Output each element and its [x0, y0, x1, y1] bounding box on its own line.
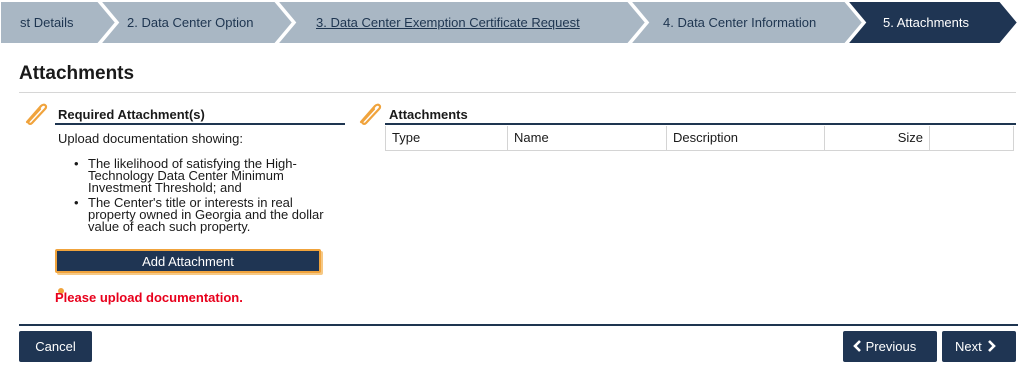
cancel-button-label: Cancel [35, 339, 76, 354]
page-title: Attachments [19, 63, 135, 84]
step-2-label[interactable]: 2. Data Center Option [127, 0, 253, 45]
step-5-label: 5. Attachments [883, 15, 969, 30]
attachments-table: Type Name Description Size [385, 126, 1014, 151]
table-header-row: Type Name Description Size [385, 126, 1014, 151]
list-item: The Center's title or interests in real … [74, 196, 336, 233]
paperclip-icon [25, 103, 48, 125]
column-header-actions [929, 126, 1014, 151]
column-header-name: Name [507, 126, 667, 151]
chevron-right-icon [988, 340, 997, 352]
chevron-left-icon [853, 340, 861, 352]
attachments-divider [385, 123, 1016, 125]
step-3-link[interactable]: 3. Data Center Exemption Certificate Req… [316, 0, 580, 45]
column-header-type: Type [385, 126, 508, 151]
column-header-size: Size [824, 126, 930, 151]
paperclip-icon [359, 103, 382, 125]
required-attachments-header: Required Attachment(s) [58, 107, 205, 122]
upload-error-message: Please upload documentation. [55, 290, 243, 305]
step-4-label[interactable]: 4. Data Center Information [663, 0, 816, 45]
required-intro-text: Upload documentation showing: [58, 131, 244, 146]
add-attachment-button[interactable]: Add Attachment [55, 249, 321, 273]
next-button-label: Next [955, 339, 982, 354]
step-1-label[interactable]: st Details [20, 0, 73, 45]
required-attachments-divider [55, 123, 345, 125]
cancel-button[interactable]: Cancel [19, 331, 92, 362]
next-button[interactable]: Next [942, 331, 1016, 362]
previous-button-label: Previous [865, 339, 917, 354]
column-header-description: Description [666, 126, 825, 151]
footer-divider [19, 324, 1018, 326]
attachments-header: Attachments [389, 107, 468, 122]
previous-button[interactable]: Previous [843, 331, 937, 362]
step-progress-bar: st Details 2. Data Center Option 3. Data… [0, 0, 1018, 45]
list-item: The likelihood of satisfying the High-Te… [74, 157, 336, 194]
title-divider [19, 92, 1016, 93]
required-documents-list: The likelihood of satisfying the High-Te… [74, 157, 336, 236]
